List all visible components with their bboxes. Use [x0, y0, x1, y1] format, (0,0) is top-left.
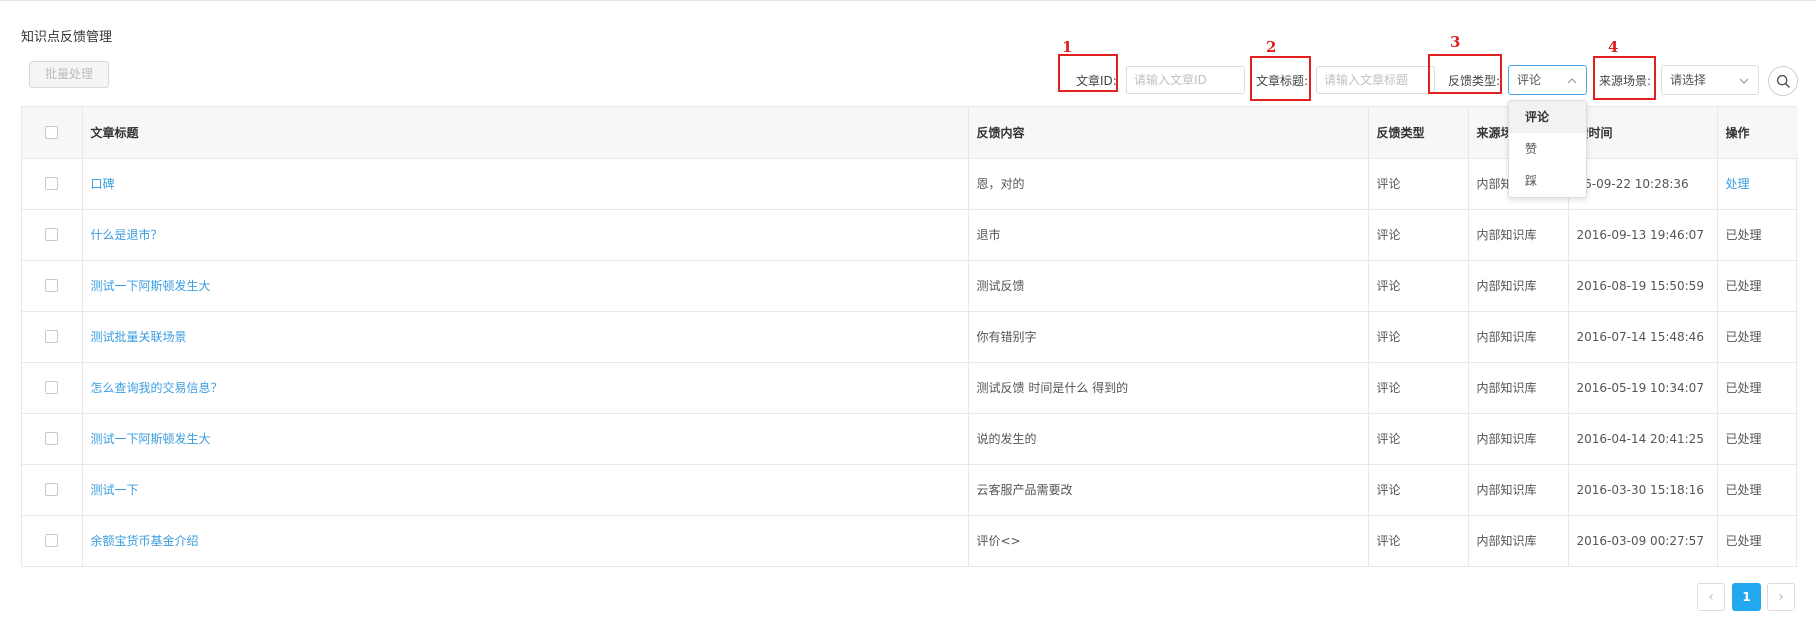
row-checkbox[interactable] [45, 228, 59, 241]
action-status: 已处理 [1725, 534, 1762, 549]
action-status: 已处理 [1717, 311, 1798, 363]
pagination-current-page[interactable]: 1 [1732, 583, 1761, 611]
article-title-link[interactable]: 测试一下阿斯顿发生大 [82, 260, 969, 312]
annotation-box-1 [1058, 54, 1118, 92]
feedback-time: 2016-03-30 15:18:16 [1568, 464, 1718, 516]
column-header-content: 反馈内容 [968, 107, 1369, 159]
feedback-type: 评论 [1368, 413, 1469, 465]
row-checkbox[interactable] [45, 381, 59, 394]
feedback-type-value: 评论 [1517, 73, 1542, 87]
feedback-type: 评论 [1368, 209, 1469, 261]
article-title-link[interactable]: 口碑 [82, 158, 969, 210]
dropdown-option-like[interactable]: 赞 [1509, 133, 1586, 165]
header-select-all[interactable] [22, 107, 83, 159]
feedback-time: 2016-03-09 00:27:57 [1568, 515, 1718, 566]
table-row: 测试一下阿斯顿发生大 测试反馈 评论 内部知识库 2016-08-19 15:5… [22, 260, 1798, 312]
process-link[interactable]: 处理 [1726, 177, 1750, 191]
annotation-number-2: 2 [1266, 38, 1277, 56]
feedback-type: 评论 [1368, 260, 1469, 312]
page-title: 知识点反馈管理 [21, 30, 113, 45]
feedback-time: 2016-04-14 20:41:25 [1568, 413, 1718, 465]
table-row: 测试批量关联场景 你有错别字 评论 内部知识库 2016-07-14 15:48… [22, 311, 1798, 363]
source-scene-select[interactable]: 请选择 [1661, 65, 1759, 95]
annotation-number-1: 1 [1062, 38, 1073, 56]
feedback-content: 测试反馈 时间是什么 得到的 [968, 362, 1369, 414]
row-checkbox[interactable] [45, 534, 59, 548]
article-title-link[interactable]: 余额宝货币基金介绍 [82, 515, 969, 566]
feedback-source: 内部知识库 [1468, 362, 1569, 414]
dropdown-option-dislike[interactable]: 踩 [1509, 165, 1586, 197]
annotation-box-3 [1428, 54, 1502, 94]
feedback-content: 云客服产品需要改 [968, 464, 1369, 516]
column-header-action: 操作 [1717, 107, 1798, 159]
row-checkbox[interactable] [45, 330, 59, 343]
feedback-type: 评论 [1368, 311, 1469, 363]
action-status: 已处理 [1717, 464, 1798, 516]
feedback-source: 内部知识库 [1468, 515, 1569, 566]
batch-process-button[interactable]: 批量处理 [29, 61, 109, 88]
feedback-source: 内部知识库 [1468, 413, 1569, 465]
feedback-type: 评论 [1368, 158, 1469, 210]
feedback-content: 说的发生的 [968, 413, 1369, 465]
feedback-time: 2016-07-14 15:48:46 [1568, 311, 1718, 363]
feedback-source: 内部知识库 [1468, 260, 1569, 312]
feedback-source: 内部知识库 [1468, 464, 1569, 516]
search-button[interactable] [1768, 66, 1798, 96]
feedback-time: 2016-05-19 10:34:07 [1568, 362, 1718, 414]
article-title-link[interactable]: 怎么查询我的交易信息？ [82, 362, 969, 414]
action-status: 已处理 [1717, 413, 1798, 465]
article-id-input[interactable]: 请输入文章ID [1126, 66, 1245, 94]
chevron-up-icon [1567, 78, 1577, 84]
table-row: 余额宝货币基金介绍 评价<> 评论 内部知识库 2016-03-09 00:27… [22, 515, 1798, 566]
chevron-down-icon [1739, 78, 1749, 84]
pagination-next-button[interactable]: › [1767, 583, 1795, 611]
row-checkbox[interactable] [45, 279, 59, 292]
feedback-type: 评论 [1368, 515, 1469, 566]
feedback-content: 恩，对的 [968, 158, 1369, 210]
feedback-time: 2016-09-13 19:46:07 [1568, 209, 1718, 261]
row-checkbox[interactable] [45, 432, 59, 445]
feedback-content: 你有错别字 [968, 311, 1369, 363]
select-all-checkbox[interactable] [45, 125, 59, 139]
column-header-type: 反馈类型 [1368, 107, 1469, 159]
feedback-type: 评论 [1368, 362, 1469, 414]
row-checkbox[interactable] [45, 483, 59, 496]
annotation-box-2 [1250, 56, 1311, 101]
feedback-time: 2016-08-19 15:50:59 [1568, 260, 1718, 312]
feedback-source: 内部知识库 [1468, 311, 1569, 363]
column-header-time: 馈时间 [1568, 107, 1718, 159]
feedback-type-dropdown: 评论 赞 踩 [1508, 100, 1587, 198]
feedback-type-select[interactable]: 评论 [1508, 65, 1587, 95]
feedback-time: 16-09-22 10:28:36 [1568, 158, 1718, 210]
table-row: 测试一下阿斯顿发生大 说的发生的 评论 内部知识库 2016-04-14 20:… [22, 413, 1798, 465]
feedback-source: 内部知识库 [1468, 209, 1569, 261]
annotation-number-3: 3 [1450, 33, 1461, 51]
feedback-content: 评价<> [968, 515, 1369, 566]
article-title-link[interactable]: 测试一下 [82, 464, 969, 516]
source-scene-value: 请选择 [1670, 73, 1707, 87]
column-header-title: 文章标题 [82, 107, 969, 159]
table-row: 测试一下 云客服产品需要改 评论 内部知识库 2016-03-30 15:18:… [22, 464, 1798, 516]
search-icon [1776, 74, 1791, 89]
action-status: 已处理 [1717, 260, 1798, 312]
annotation-number-4: 4 [1608, 38, 1619, 56]
feedback-content: 测试反馈 [968, 260, 1369, 312]
dropdown-option-comment[interactable]: 评论 [1509, 101, 1586, 133]
action-status: 已处理 [1717, 362, 1798, 414]
table-row: 怎么查询我的交易信息？ 测试反馈 时间是什么 得到的 评论 内部知识库 2016… [22, 362, 1798, 414]
article-title-link[interactable]: 什么是退市？ [82, 209, 969, 261]
action-status: 已处理 [1717, 209, 1798, 261]
feedback-type: 评论 [1368, 464, 1469, 516]
row-checkbox[interactable] [45, 177, 59, 190]
annotation-box-4 [1593, 56, 1656, 100]
article-title-link[interactable]: 测试一下阿斯顿发生大 [82, 413, 969, 465]
table-row: 什么是退市？ 退市 评论 内部知识库 2016-09-13 19:46:07 已… [22, 209, 1798, 261]
article-title-input[interactable]: 请输入文章标题 [1316, 66, 1435, 94]
feedback-content: 退市 [968, 209, 1369, 261]
pagination-prev-button[interactable]: ‹ [1697, 583, 1725, 611]
top-divider [0, 0, 1817, 1]
article-title-link[interactable]: 测试批量关联场景 [82, 311, 969, 363]
